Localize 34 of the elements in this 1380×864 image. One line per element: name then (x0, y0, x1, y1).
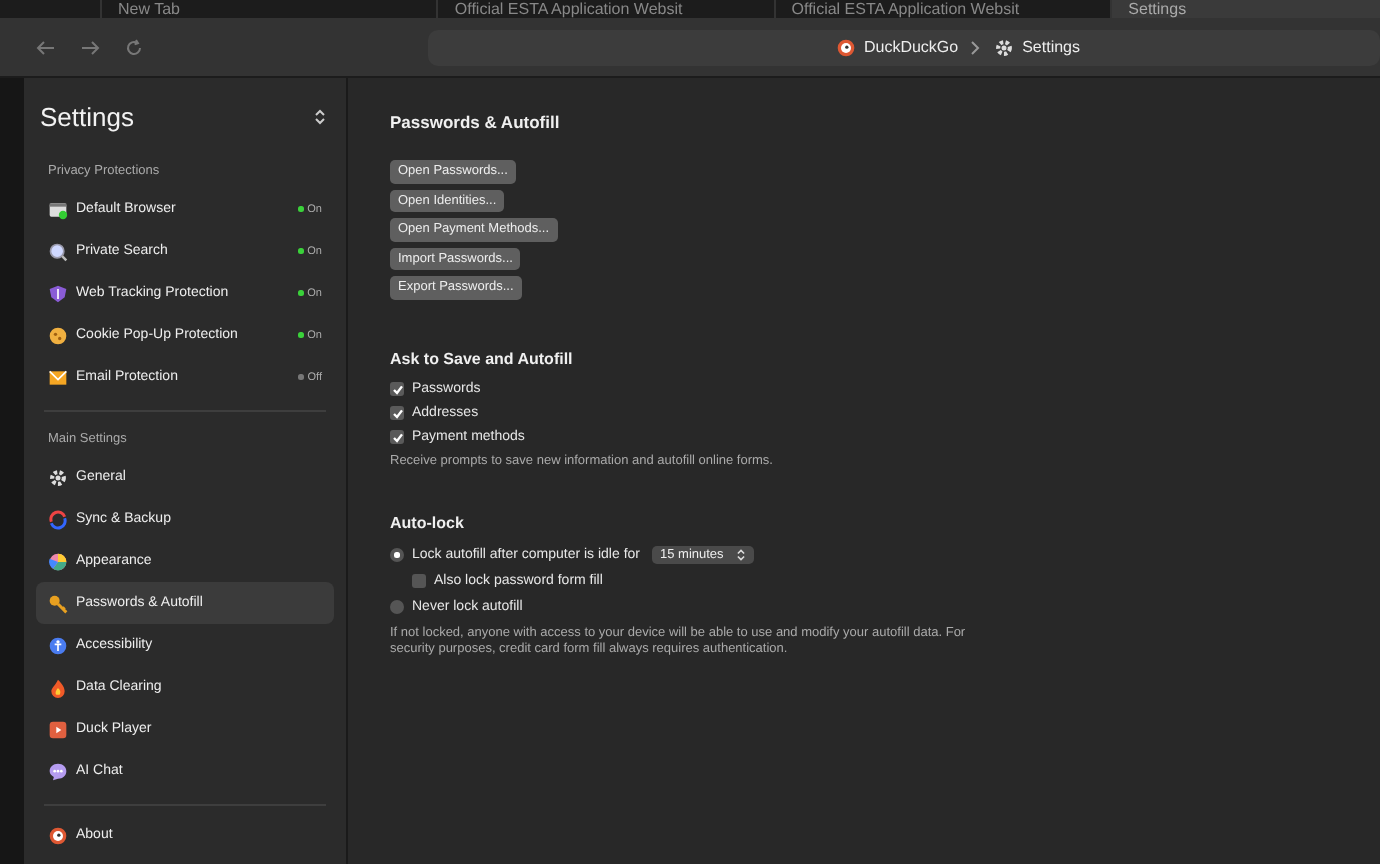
duck-logo-icon (48, 825, 68, 845)
radio-button[interactable] (390, 600, 404, 614)
section-title: Ask to Save and Autofill (390, 349, 575, 367)
section-title: Auto-lock (390, 513, 466, 531)
color-wheel-icon (48, 551, 68, 571)
site-name: DuckDuckGo (863, 38, 959, 56)
sidebar-title: Settings (40, 102, 134, 132)
key-icon (48, 593, 68, 613)
up-down-chevron-icon (735, 548, 746, 562)
address-bar[interactable]: DuckDuckGo Settings (428, 29, 1380, 65)
duck-logo-icon (835, 37, 856, 57)
browser-window-icon (48, 199, 68, 219)
reload-icon[interactable] (124, 37, 144, 57)
radio-button[interactable] (390, 548, 404, 562)
play-icon (48, 719, 68, 739)
forward-arrow-icon[interactable] (80, 37, 100, 57)
back-arrow-icon[interactable] (36, 37, 56, 57)
checkbox[interactable] (390, 406, 404, 420)
browser-tab[interactable]: Settings (1110, 0, 1380, 18)
magnifier-icon (48, 241, 68, 261)
cookie-icon (48, 325, 68, 345)
checkbox[interactable] (390, 430, 404, 444)
chat-bubble-icon (48, 761, 68, 781)
flame-icon (48, 677, 68, 697)
shield-icon (48, 283, 68, 303)
accessibility-figure-icon (48, 635, 68, 655)
checkbox[interactable] (412, 574, 426, 588)
page-title: Passwords & Autofill (390, 112, 562, 132)
page-name: Settings (1022, 38, 1080, 56)
checkbox[interactable] (390, 382, 404, 396)
chevron-icon (970, 39, 983, 55)
envelope-icon (48, 367, 68, 387)
sync-arrows-icon (48, 509, 68, 529)
up-down-chevron-icon[interactable] (314, 108, 326, 126)
